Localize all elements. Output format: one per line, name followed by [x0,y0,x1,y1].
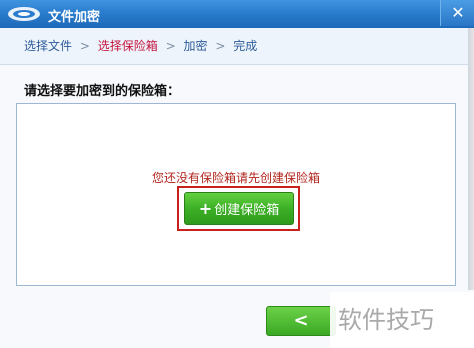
create-vault-button[interactable]: + 创建保险箱 [184,192,294,225]
breadcrumb-separator: > [215,39,226,53]
breadcrumb-separator: > [79,39,90,53]
breadcrumb-separator: > [165,39,176,53]
watermark-text: 软件技巧 [338,306,434,334]
create-vault-label: 创建保险箱 [214,203,280,218]
back-button[interactable]: < [266,306,336,336]
title-bar: 文件加密 ✕ [0,0,474,28]
breadcrumb: 选择文件 > 选择保险箱 > 加密 > 完成 [0,28,474,65]
breadcrumb-step-finish: 完成 [233,39,258,53]
close-button[interactable]: ✕ [440,0,474,26]
vault-list-panel: 您还没有保险箱请先创建保险箱 + 创建保险箱 [16,103,456,286]
plus-icon: + [198,199,213,218]
breadcrumb-step-select-vault: 选择保险箱 [97,39,158,53]
app-logo-icon [8,7,40,21]
vault-prompt: 请选择要加密到的保险箱： [24,84,181,99]
breadcrumb-step-encrypt: 加密 [183,39,208,53]
window-title: 文件加密 [48,10,101,25]
empty-vault-message: 您还没有保险箱请先创建保险箱 [151,171,320,185]
breadcrumb-step-select-file: 选择文件 [24,39,73,53]
